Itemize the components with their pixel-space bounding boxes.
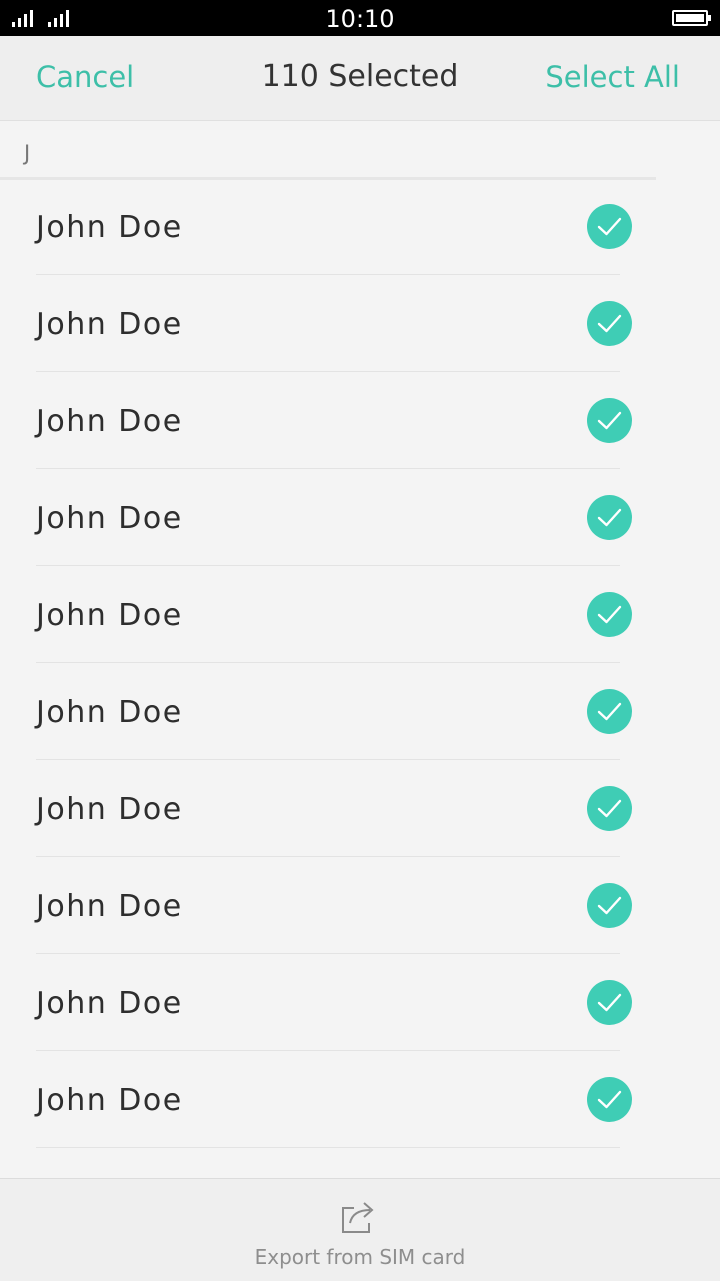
section-letter: J <box>24 141 31 165</box>
contact-row[interactable]: John Doe <box>0 954 720 1051</box>
section-header: J <box>0 121 656 180</box>
contact-name: John Doe <box>36 598 183 633</box>
contact-name: John Doe <box>36 695 183 730</box>
checkmark-selected-icon[interactable] <box>587 301 632 346</box>
checkmark-selected-icon[interactable] <box>587 398 632 443</box>
contact-name: John Doe <box>36 889 183 924</box>
checkmark-selected-icon[interactable] <box>587 204 632 249</box>
row-divider <box>36 1147 620 1148</box>
checkmark-selected-icon[interactable] <box>587 980 632 1025</box>
checkmark-selected-icon[interactable] <box>587 1077 632 1122</box>
status-time: 10:10 <box>325 5 395 33</box>
contact-name: John Doe <box>36 210 183 245</box>
share-export-icon[interactable] <box>340 1199 378 1240</box>
checkmark-selected-icon[interactable] <box>587 786 632 831</box>
export-from-sim-button[interactable]: Export from SIM card <box>0 1245 720 1269</box>
select-all-button[interactable]: Select All <box>545 60 680 94</box>
contact-row[interactable]: John Doe <box>0 663 720 760</box>
checkmark-selected-icon[interactable] <box>587 883 632 928</box>
contact-row[interactable]: John Doe <box>0 1051 720 1148</box>
status-bar: 10:10 <box>0 0 720 36</box>
selection-header: Cancel 110 Selected Select All <box>0 36 720 121</box>
contact-name: John Doe <box>36 501 183 536</box>
contact-row[interactable]: John Doe <box>0 372 720 469</box>
contact-row[interactable]: John Doe <box>0 275 720 372</box>
battery-icon <box>672 10 711 26</box>
bottom-action-bar: Export from SIM card <box>0 1178 720 1281</box>
contact-row[interactable]: John Doe <box>0 857 720 954</box>
contact-name: John Doe <box>36 1083 183 1118</box>
contact-name: John Doe <box>36 986 183 1021</box>
contact-name: John Doe <box>36 404 183 439</box>
contact-row[interactable]: John Doe <box>0 178 720 275</box>
checkmark-selected-icon[interactable] <box>587 689 632 734</box>
contact-row[interactable]: John Doe <box>0 469 720 566</box>
checkmark-selected-icon[interactable] <box>587 592 632 637</box>
contact-list: John Doe John Doe John Doe John Doe John Doe… <box>0 178 720 1148</box>
contact-row[interactable]: John Doe <box>0 760 720 857</box>
contact-name: John Doe <box>36 792 183 827</box>
contact-row[interactable]: John Doe <box>0 566 720 663</box>
contact-name: John Doe <box>36 307 183 342</box>
checkmark-selected-icon[interactable] <box>587 495 632 540</box>
